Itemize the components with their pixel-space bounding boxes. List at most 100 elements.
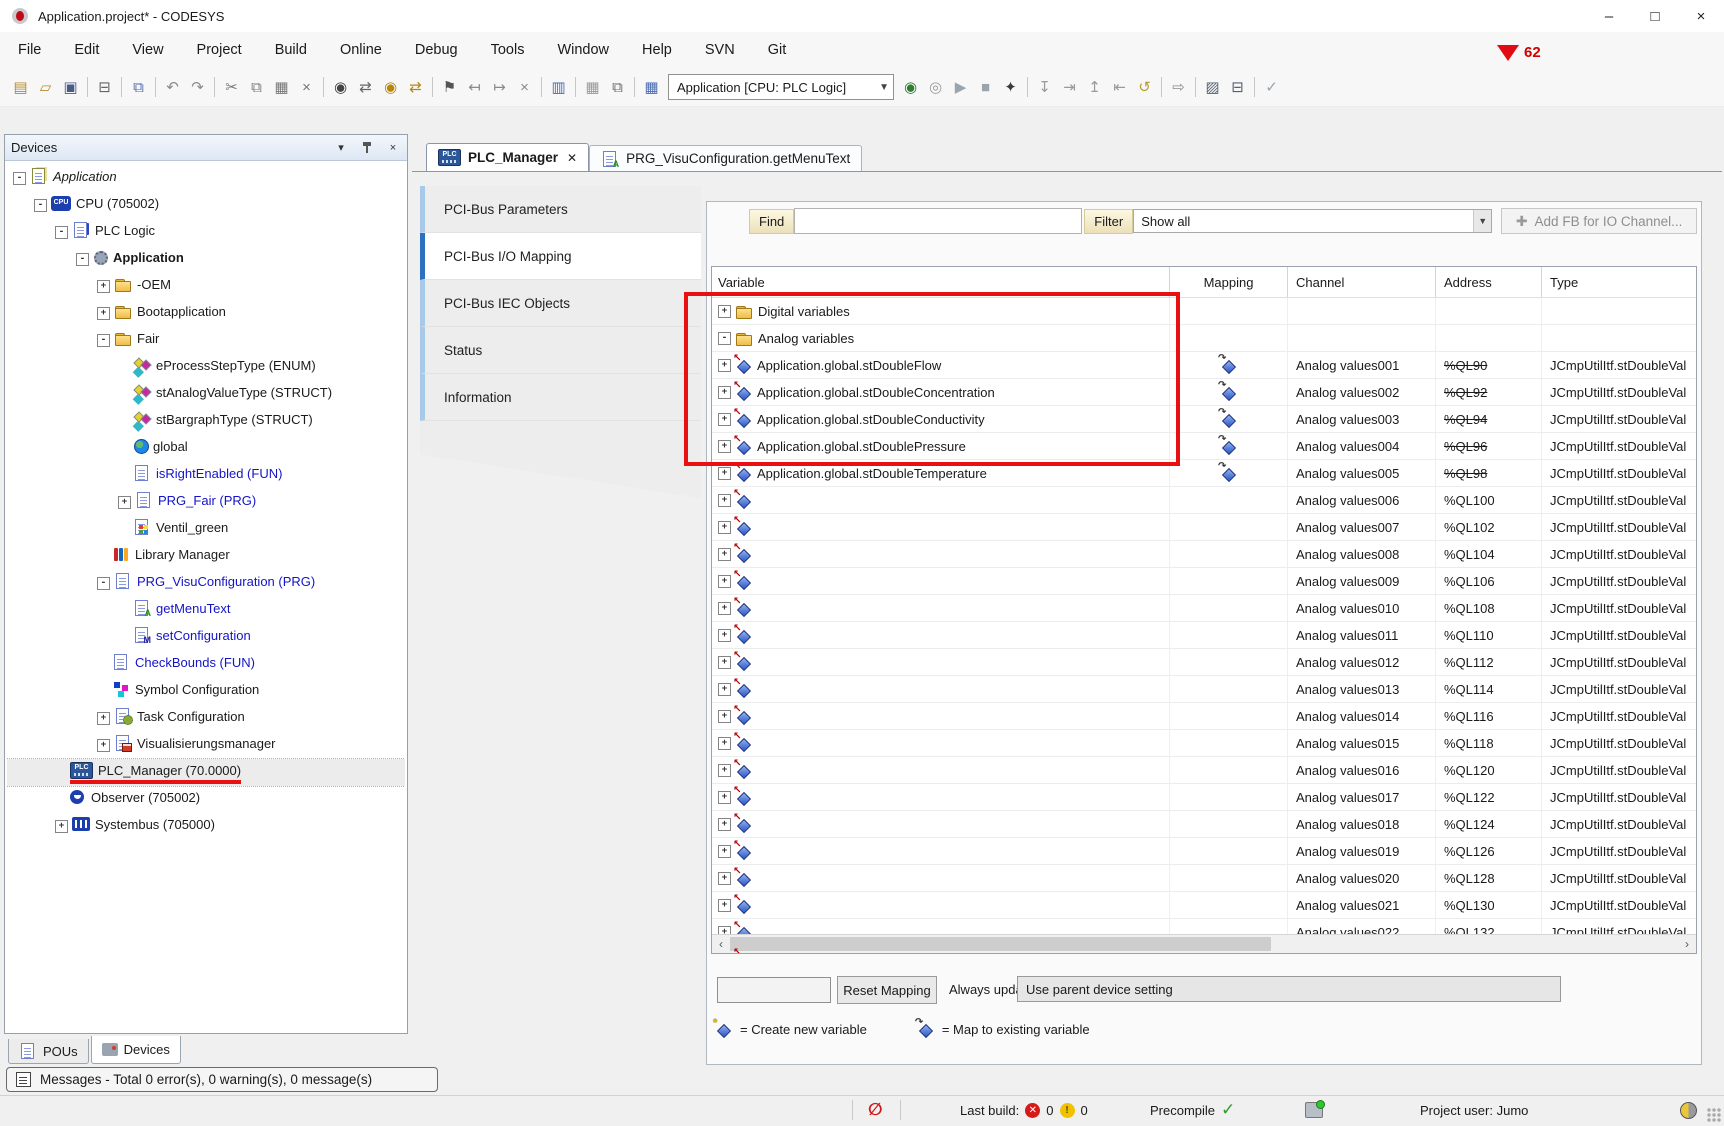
tree-item-prg-visuconfiguration-prg[interactable]: -PRG_VisuConfiguration (PRG) (7, 570, 405, 597)
grid-horizontal-scrollbar[interactable]: ‹ › (712, 934, 1696, 953)
side-tab-information[interactable]: Information (420, 374, 701, 421)
calendar-icon[interactable]: ▦ (639, 75, 664, 100)
expand-icon[interactable]: + (97, 280, 110, 293)
variable-row[interactable]: +↖Analog values008%QL104JCmpUtilItf.stDo… (712, 541, 1696, 568)
expand-icon[interactable]: + (718, 737, 731, 750)
paste-icon[interactable]: ▦ (269, 75, 294, 100)
side-tab-pci-bus-iec-objects[interactable]: PCI-Bus IEC Objects (420, 280, 701, 327)
find-icon[interactable]: ◉ (328, 75, 353, 100)
variable-row[interactable]: +↖Analog values006%QL100JCmpUtilItf.stDo… (712, 487, 1696, 514)
tree-item-stbargraphtype-struct[interactable]: stBargraphType (STRUCT) (7, 408, 405, 435)
expand-icon[interactable]: + (718, 494, 731, 507)
cut-icon[interactable]: ✂ (219, 75, 244, 100)
group-row-digital-variables[interactable]: +Digital variables (712, 298, 1696, 325)
side-tab-pci-bus-parameters[interactable]: PCI-Bus Parameters (420, 186, 701, 233)
collapse-icon[interactable]: - (76, 253, 89, 266)
variable-row[interactable]: +↖Application.global.stDoublePressure↷An… (712, 433, 1696, 460)
expand-icon[interactable]: + (97, 739, 110, 752)
tree-item-visualisierungsmanager[interactable]: +Visualisierungsmanager (7, 732, 405, 759)
chevron-down-icon[interactable]: ▼ (1473, 210, 1491, 232)
tree-item-application[interactable]: -Application (7, 246, 405, 273)
menu-item-online[interactable]: Online (340, 42, 382, 58)
menu-item-svn[interactable]: SVN (705, 42, 735, 58)
tree-item-oem[interactable]: +-OEM (7, 273, 405, 300)
step-into-icon[interactable]: ↧ (1032, 75, 1057, 100)
menu-item-build[interactable]: Build (275, 42, 307, 58)
close-button[interactable]: × (1678, 0, 1724, 32)
tree-item-bootapplication[interactable]: +Bootapplication (7, 300, 405, 327)
logout-icon[interactable]: ◎ (923, 75, 948, 100)
flow-control-icon[interactable]: ⇨ (1166, 75, 1191, 100)
expand-icon[interactable]: + (97, 712, 110, 725)
expand-icon[interactable]: + (718, 710, 731, 723)
panel-close-icon[interactable]: × (385, 140, 401, 156)
menu-item-window[interactable]: Window (557, 42, 609, 58)
expand-icon[interactable]: + (718, 818, 731, 831)
expand-icon[interactable]: + (718, 440, 731, 453)
add-fb-button[interactable]: ✚ Add FB for IO Channel... (1501, 208, 1697, 234)
variable-row[interactable]: +↖Analog values017%QL122JCmpUtilItf.stDo… (712, 784, 1696, 811)
variable-row[interactable]: +↖Analog values015%QL118JCmpUtilItf.stDo… (712, 730, 1696, 757)
new-file-icon[interactable]: ▤ (8, 75, 33, 100)
device-repository-icon[interactable]: ⊟ (1225, 75, 1250, 100)
tree-item-global[interactable]: global (7, 435, 405, 462)
collapse-icon[interactable]: - (34, 199, 47, 212)
tree-item-library-manager[interactable]: Library Manager (7, 543, 405, 570)
next-bookmark-icon[interactable]: ↦ (487, 75, 512, 100)
expand-icon[interactable]: + (718, 359, 731, 372)
mapping-textbox[interactable] (717, 977, 831, 1003)
clear-bookmarks-icon[interactable]: × (512, 75, 537, 100)
bottom-tab-pous[interactable]: POUs (8, 1039, 89, 1064)
menu-item-file[interactable]: File (18, 42, 41, 58)
variable-row[interactable]: +↖Analog values018%QL124JCmpUtilItf.stDo… (712, 811, 1696, 838)
scrollbar-thumb[interactable] (730, 937, 1271, 951)
filter-combobox[interactable]: Show all ▼ (1133, 209, 1492, 233)
tree-item-isrightenabled-fun[interactable]: isRightEnabled (FUN) (7, 462, 405, 489)
scroll-left-icon[interactable]: ‹ (712, 935, 730, 953)
online-config-icon[interactable]: ✦ (998, 75, 1023, 100)
collapse-icon[interactable]: - (55, 226, 68, 239)
column-header-mapping[interactable]: Mapping (1170, 267, 1288, 297)
column-header-variable[interactable]: Variable (712, 267, 1170, 297)
tree-item-checkbounds-fun[interactable]: CheckBounds (FUN) (7, 651, 405, 678)
chevron-down-icon[interactable]: ▼ (871, 82, 889, 93)
variable-row[interactable]: +↖Analog values016%QL120JCmpUtilItf.stDo… (712, 757, 1696, 784)
tree-item-cpu-705002[interactable]: -CPU (705002) (7, 192, 405, 219)
expand-icon[interactable]: + (97, 307, 110, 320)
minimize-button[interactable]: – (1586, 0, 1632, 32)
variable-row[interactable]: +↖Analog values021%QL130JCmpUtilItf.stDo… (712, 892, 1696, 919)
menu-item-git[interactable]: Git (768, 42, 787, 58)
tab-close-icon[interactable]: ✕ (567, 151, 577, 165)
variable-row[interactable]: +↖Analog values009%QL106JCmpUtilItf.stDo… (712, 568, 1696, 595)
open-file-icon[interactable]: ▱ (33, 75, 58, 100)
maximize-button[interactable]: □ (1632, 0, 1678, 32)
resize-grip[interactable] (1707, 1108, 1721, 1122)
copy-icon[interactable]: ⧉ (244, 75, 269, 100)
update-mode-combobox[interactable]: Use parent device setting (1017, 976, 1561, 1002)
expand-icon[interactable]: + (718, 764, 731, 777)
tree-item-symbol-configuration[interactable]: Symbol Configuration (7, 678, 405, 705)
find-in-project-icon[interactable]: ◉ (378, 75, 403, 100)
find-input[interactable] (794, 208, 1082, 234)
side-tab-status[interactable]: Status (420, 327, 701, 374)
column-header-address[interactable]: Address (1436, 267, 1542, 297)
menu-item-debug[interactable]: Debug (415, 42, 458, 58)
reset-icon[interactable]: ↺ (1132, 75, 1157, 100)
editor-tab-prg-visuconfiguration-getmenutext[interactable]: PRG_VisuConfiguration.getMenuText (589, 145, 862, 171)
collapse-icon[interactable]: - (718, 332, 731, 345)
tree-item-setconfiguration[interactable]: setConfiguration (7, 624, 405, 651)
replace-icon[interactable]: ⇄ (353, 75, 378, 100)
run-to-cursor-icon[interactable]: ⇤ (1107, 75, 1132, 100)
variable-row[interactable]: +↖Analog values007%QL102JCmpUtilItf.stDo… (712, 514, 1696, 541)
scroll-right-icon[interactable]: › (1678, 935, 1696, 953)
expand-icon[interactable]: + (55, 820, 68, 833)
side-tab-pci-bus-i-o-mapping[interactable]: PCI-Bus I/O Mapping (420, 233, 701, 280)
variable-row[interactable]: +↖Application.global.stDoubleFlow↷Analog… (712, 352, 1696, 379)
variable-row[interactable]: +↖Analog values010%QL108JCmpUtilItf.stDo… (712, 595, 1696, 622)
collapse-icon[interactable]: - (13, 172, 26, 185)
expand-icon[interactable]: + (718, 413, 731, 426)
step-over-icon[interactable]: ⇥ (1057, 75, 1082, 100)
tree-item-observer-705002[interactable]: Observer (705002) (7, 786, 405, 813)
replace-in-project-icon[interactable]: ⇄ (403, 75, 428, 100)
expand-icon[interactable]: + (718, 629, 731, 642)
